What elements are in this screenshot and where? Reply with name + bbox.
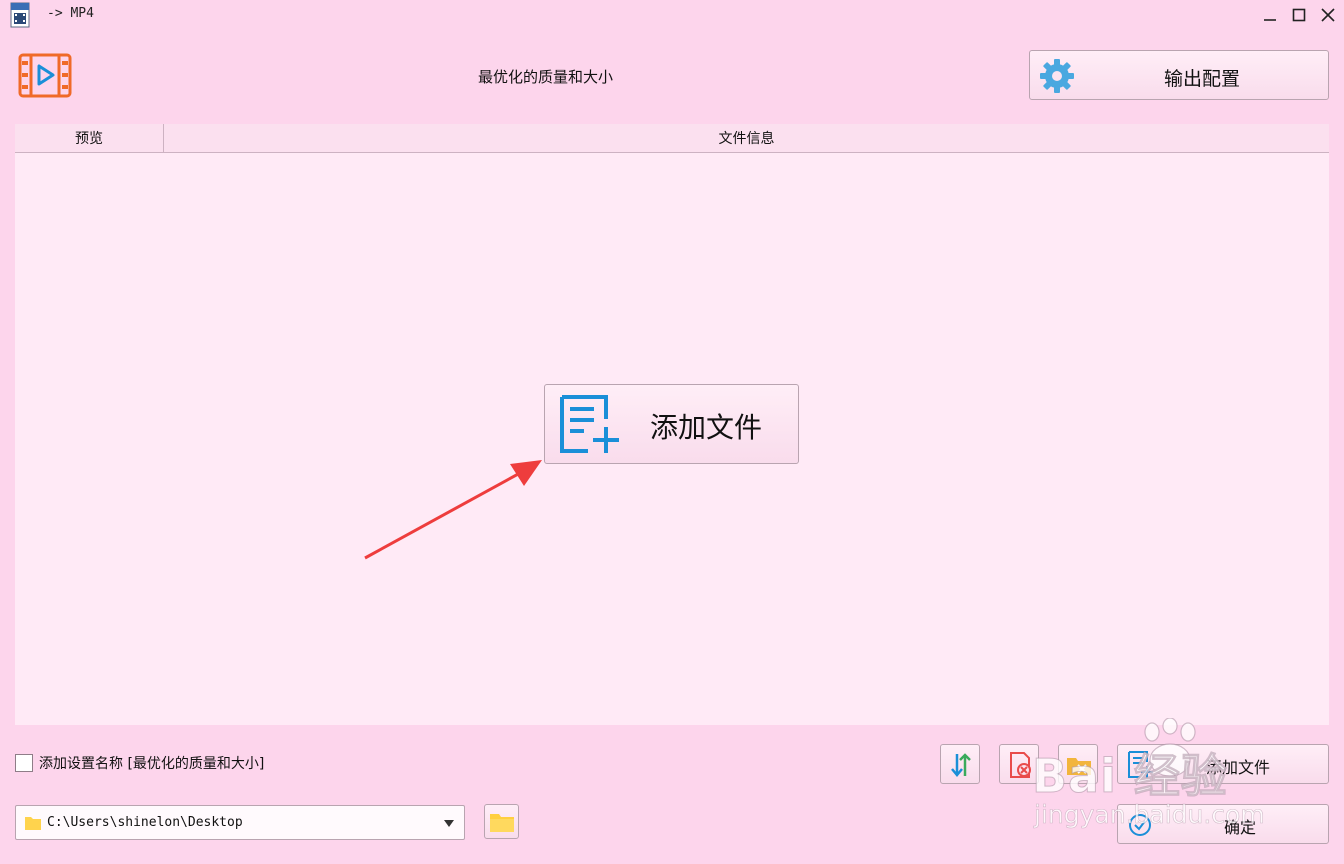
minimize-button[interactable]: [1255, 0, 1285, 30]
remove-file-icon: [1010, 752, 1031, 778]
maximize-icon: [1292, 8, 1306, 22]
maximize-button[interactable]: [1284, 0, 1314, 30]
list-header: 预览 文件信息: [15, 124, 1329, 153]
check-circle-icon: [1129, 814, 1151, 836]
red-arrow-annotation: [364, 460, 542, 560]
browse-folder-button[interactable]: [484, 804, 519, 839]
output-config-button[interactable]: 输出配置: [1029, 50, 1329, 100]
gear-icon: [1040, 59, 1074, 93]
add-setting-name-row: 添加设置名称 [最优化的质量和大小]: [15, 754, 264, 772]
video-film-icon: [18, 53, 72, 98]
add-file-button-center[interactable]: 添加文件: [544, 384, 799, 464]
window-title: -> MP4: [47, 6, 94, 21]
remove-file-button[interactable]: [999, 744, 1039, 784]
add-setting-name-label: 添加设置名称 [最优化的质量和大小]: [39, 756, 265, 772]
chevron-down-icon: [444, 820, 454, 827]
ok-button[interactable]: 确定: [1117, 804, 1329, 844]
sort-button[interactable]: [940, 744, 980, 784]
add-setting-name-checkbox[interactable]: [15, 754, 33, 772]
minimize-icon: [1264, 19, 1276, 21]
folder-icon: [25, 817, 41, 830]
add-document-icon: [560, 395, 619, 453]
folder-icon: [490, 814, 514, 832]
add-file-button[interactable]: 添加文件: [1117, 744, 1329, 784]
output-path-value: C:\Users\shinelon\Desktop: [47, 815, 243, 830]
preset-name: 最优化的质量和大小: [478, 68, 614, 86]
add-file-small-label: 添加文件: [1206, 758, 1271, 777]
add-file-label: 添加文件: [650, 411, 763, 444]
sort-icon: [951, 753, 971, 777]
folder-clear-icon: [1067, 758, 1091, 775]
mp4-file-icon: [10, 2, 30, 28]
close-icon: [1321, 8, 1335, 22]
folder-clear-button[interactable]: [1058, 744, 1098, 784]
add-document-icon: [1128, 751, 1153, 778]
column-header-preview[interactable]: 预览: [15, 124, 164, 152]
ok-label: 确定: [1224, 818, 1257, 837]
output-config-label: 输出配置: [1164, 68, 1241, 90]
close-button[interactable]: [1313, 0, 1343, 30]
title-bar: -> MP4: [0, 0, 1344, 30]
output-path-select[interactable]: C:\Users\shinelon\Desktop: [15, 805, 465, 840]
column-header-file-info[interactable]: 文件信息: [164, 124, 1329, 152]
